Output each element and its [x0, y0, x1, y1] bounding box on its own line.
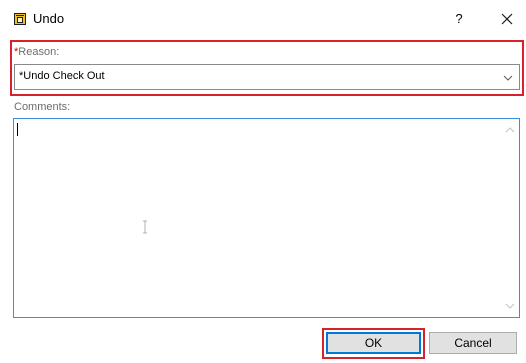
- help-button[interactable]: ?: [447, 7, 471, 31]
- cancel-button[interactable]: Cancel: [429, 332, 517, 354]
- reason-label-text: Reason:: [18, 46, 60, 58]
- close-icon: [501, 13, 513, 25]
- window-title: Undo: [33, 11, 65, 26]
- ok-button[interactable]: OK: [326, 332, 421, 354]
- text-caret: [17, 123, 18, 136]
- title-bar: Undo ?: [0, 0, 526, 38]
- reason-label: *Reason:: [14, 46, 59, 59]
- close-button[interactable]: [497, 9, 517, 29]
- comments-textarea[interactable]: [13, 118, 520, 318]
- reason-dropdown[interactable]: *Undo Check Out: [14, 64, 520, 90]
- chevron-down-icon: [503, 75, 513, 81]
- scroll-up-arrow-icon[interactable]: [504, 124, 516, 136]
- comments-label: Comments:: [14, 101, 71, 113]
- undo-app-icon: [14, 13, 26, 25]
- scroll-down-arrow-icon[interactable]: [504, 300, 516, 312]
- i-beam-cursor-icon: [143, 220, 147, 234]
- reason-selected-value: *Undo Check Out: [19, 70, 105, 82]
